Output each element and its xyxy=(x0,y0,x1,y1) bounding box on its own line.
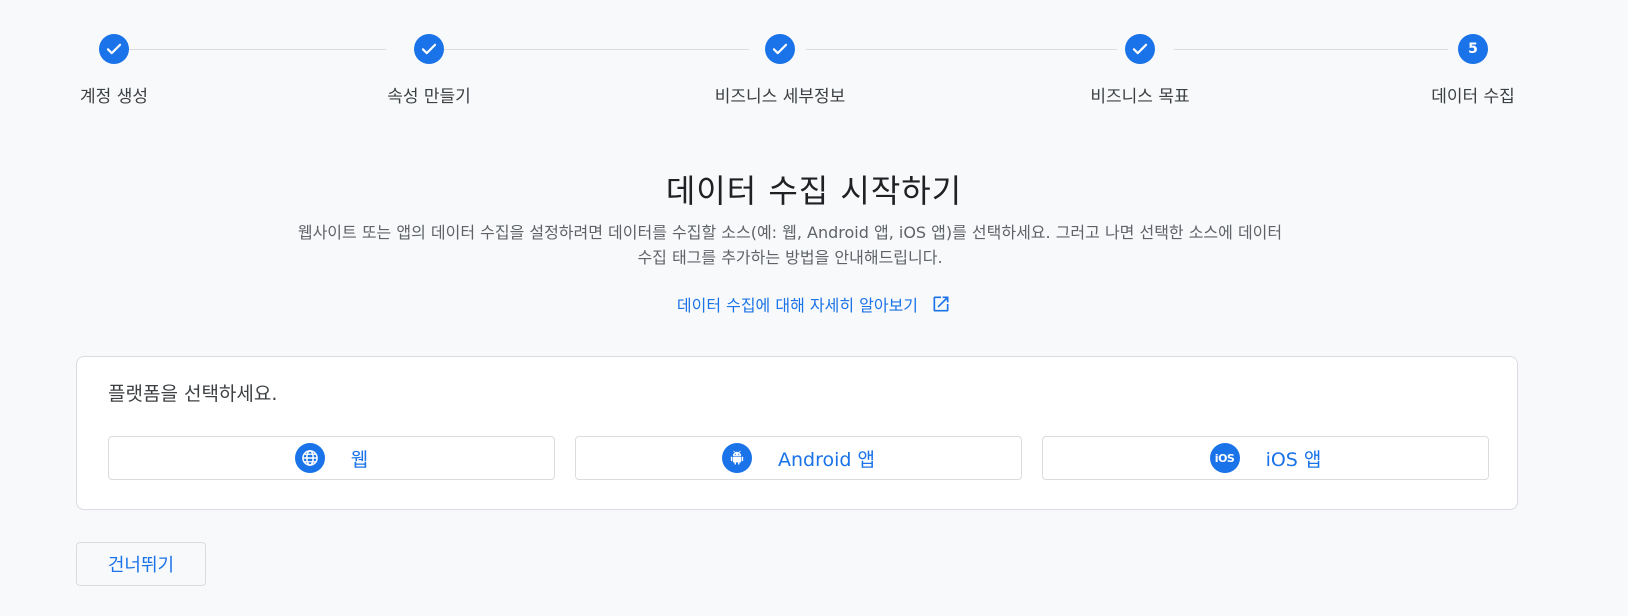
ios-platform-button[interactable]: iOS iOS 앱 xyxy=(1042,436,1489,480)
android-platform-button[interactable]: Android 앱 xyxy=(575,436,1022,480)
page-title: 데이터 수집 시작하기 xyxy=(665,172,963,210)
check-icon xyxy=(765,34,795,64)
web-platform-label: 웹 xyxy=(350,448,369,471)
ios-icon-text: iOS xyxy=(1214,451,1235,465)
step-label: 계정 생성 xyxy=(80,87,148,107)
step-business-details: 비즈니스 세부정보 xyxy=(680,34,880,107)
step-data-collection: 5 데이터 수집 xyxy=(1373,34,1573,107)
step-label: 비즈니스 세부정보 xyxy=(714,87,846,107)
platform-card-title: 플랫폼을 선택하세요. xyxy=(108,383,278,405)
skip-button[interactable]: 건너뛰기 xyxy=(76,542,206,586)
android-platform-label: Android 앱 xyxy=(778,448,875,471)
step-label: 데이터 수집 xyxy=(1431,87,1515,107)
step-label: 비즈니스 목표 xyxy=(1090,87,1190,107)
step-create-property: 속성 만들기 xyxy=(329,34,529,107)
android-icon xyxy=(722,443,752,473)
page: 계정 생성 속성 만들기 비즈니스 세부정보 비즈니스 목표 5 데이터 수집 … xyxy=(0,0,1628,616)
step-label: 속성 만들기 xyxy=(387,87,471,107)
web-platform-button[interactable]: 웹 xyxy=(108,436,555,480)
platform-select-card: 플랫폼을 선택하세요. 웹 Android 앱 iOS iOS 앱 xyxy=(76,356,1518,510)
check-icon xyxy=(1125,34,1155,64)
check-icon xyxy=(99,34,129,64)
step-business-goals: 비즈니스 목표 xyxy=(1040,34,1240,107)
page-description: 웹사이트 또는 앱의 데이터 수집을 설정하려면 데이터를 수집할 소스(예: … xyxy=(297,223,1283,267)
learn-more-label: 데이터 수집에 대해 자세히 알아보기 xyxy=(676,296,919,315)
step-number: 5 xyxy=(1458,34,1488,64)
skip-button-label: 건너뛰기 xyxy=(107,555,175,576)
learn-more-link[interactable]: 데이터 수집에 대해 자세히 알아보기 xyxy=(0,292,1628,316)
progress-stepper: 계정 생성 속성 만들기 비즈니스 세부정보 비즈니스 목표 5 데이터 수집 xyxy=(0,0,1628,120)
check-icon xyxy=(414,34,444,64)
step-account-create: 계정 생성 xyxy=(14,34,214,107)
ios-icon: iOS xyxy=(1209,443,1240,473)
globe-icon xyxy=(294,443,325,473)
ios-platform-label: iOS 앱 xyxy=(1265,448,1322,471)
open-in-new-icon xyxy=(933,296,949,312)
